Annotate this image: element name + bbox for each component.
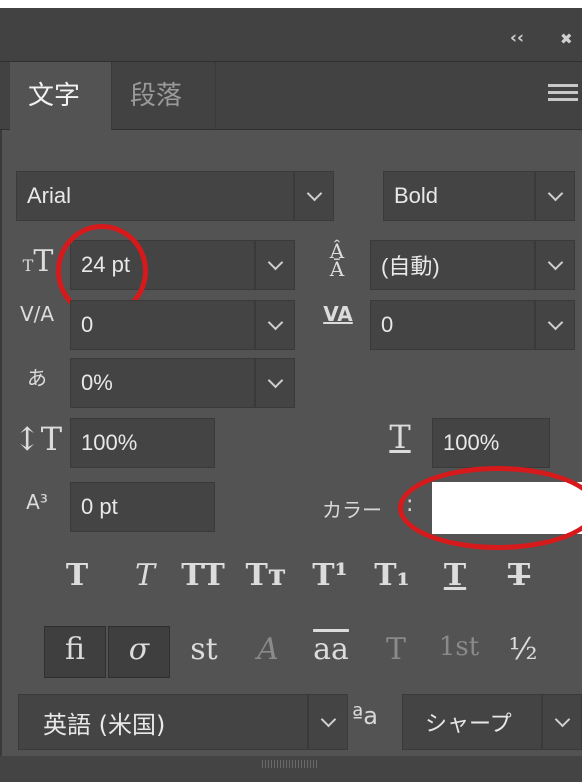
fractions-icon[interactable]: ½ xyxy=(496,632,550,667)
leading-icon: ÂĀ xyxy=(329,239,345,281)
underline-icon[interactable]: T xyxy=(432,558,478,593)
superscript-icon[interactable]: T¹ xyxy=(304,558,356,593)
panel-menu-icon[interactable] xyxy=(548,84,578,106)
font-style-dropdown[interactable] xyxy=(535,171,575,221)
tracking-dropdown[interactable] xyxy=(535,300,575,350)
vertical-scale-value: 100% xyxy=(81,430,138,455)
resize-grip[interactable] xyxy=(262,760,318,768)
chevron-down-icon xyxy=(267,372,283,388)
tab-character[interactable]: 文字 xyxy=(10,62,112,130)
chevron-down-icon xyxy=(267,254,283,270)
font-size-dropdown[interactable] xyxy=(255,240,295,290)
faux-italic-icon[interactable]: T xyxy=(122,558,168,593)
font-family-dropdown[interactable] xyxy=(294,171,334,221)
baseline-shift-icon: A³ xyxy=(26,490,48,514)
tracking-icon: VA xyxy=(323,302,353,326)
chevron-down-icon xyxy=(547,314,563,330)
antialias-icon: ªa xyxy=(352,702,379,730)
chevron-down-icon xyxy=(547,185,563,201)
swash-icon[interactable]: A xyxy=(240,632,296,667)
chevron-down-icon xyxy=(547,254,563,270)
language-field[interactable]: 英語 (米国) xyxy=(18,694,308,750)
tsume-value: 0% xyxy=(81,370,113,395)
faux-bold-icon[interactable]: T xyxy=(54,558,100,593)
chevron-down-icon xyxy=(554,711,570,727)
font-style-value: Bold xyxy=(394,183,439,208)
baseline-shift-value: 0 pt xyxy=(81,494,118,519)
color-label: カラー xyxy=(322,498,382,522)
discretionary-ligatures-icon[interactable]: st xyxy=(178,632,230,667)
language-value: 英語 (米国) xyxy=(43,710,166,739)
tsume-icon: あ xyxy=(27,366,47,390)
panel-titlebar xyxy=(0,8,582,62)
titling-alternates-icon[interactable]: T xyxy=(372,632,420,667)
horizontal-scale-icon: T xyxy=(389,418,411,456)
kerning-value: 0 xyxy=(81,312,94,337)
top-strip xyxy=(0,0,582,8)
leading-value: (自動) xyxy=(381,254,440,279)
antialias-dropdown[interactable] xyxy=(542,694,582,750)
kerning-icon: V/A xyxy=(19,302,55,326)
antialias-value: シャープ xyxy=(425,712,512,737)
kerning-dropdown[interactable] xyxy=(255,300,295,350)
chevron-down-icon xyxy=(320,711,336,727)
subscript-icon[interactable]: T₁ xyxy=(368,558,416,593)
antialias-field[interactable]: シャープ xyxy=(402,694,542,750)
close-icon[interactable]: ✖ xyxy=(560,30,573,48)
tab-paragraph[interactable]: 段落 xyxy=(112,62,216,130)
kerning-field[interactable]: 0 xyxy=(70,300,255,350)
small-caps-icon[interactable]: Tт xyxy=(238,558,294,593)
font-style-field[interactable]: Bold xyxy=(383,171,535,221)
tracking-value: 0 xyxy=(381,312,394,337)
leading-field[interactable]: (自動) xyxy=(370,240,535,290)
tsume-dropdown[interactable] xyxy=(255,358,295,408)
tracking-field[interactable]: 0 xyxy=(370,300,535,350)
highlight-circle-color xyxy=(398,466,582,550)
font-family-field[interactable]: Arial xyxy=(16,171,294,221)
font-family-value: Arial xyxy=(27,183,72,208)
tsume-field[interactable]: 0% xyxy=(70,358,255,408)
ordinals-icon[interactable]: 1st xyxy=(428,632,490,662)
stylistic-alternates-icon[interactable]: aa xyxy=(300,632,362,667)
collapse-icon[interactable]: ‹‹ xyxy=(510,28,524,48)
all-caps-icon[interactable]: TT xyxy=(174,558,232,593)
language-dropdown[interactable] xyxy=(308,694,348,750)
ligatures-icon: fi xyxy=(64,632,85,667)
horizontal-scale-value: 100% xyxy=(443,430,500,455)
vertical-scale-icon: ↕T xyxy=(13,420,63,458)
horizontal-scale-field[interactable]: 100% xyxy=(432,418,550,468)
vertical-scale-field[interactable]: 100% xyxy=(70,418,215,468)
contextual-alternates-icon: σ xyxy=(128,632,150,667)
baseline-shift-field[interactable]: 0 pt xyxy=(70,482,215,532)
chevron-down-icon xyxy=(267,314,283,330)
strikethrough-icon[interactable]: T xyxy=(496,558,542,593)
leading-dropdown[interactable] xyxy=(535,240,575,290)
chevron-down-icon xyxy=(306,185,322,201)
